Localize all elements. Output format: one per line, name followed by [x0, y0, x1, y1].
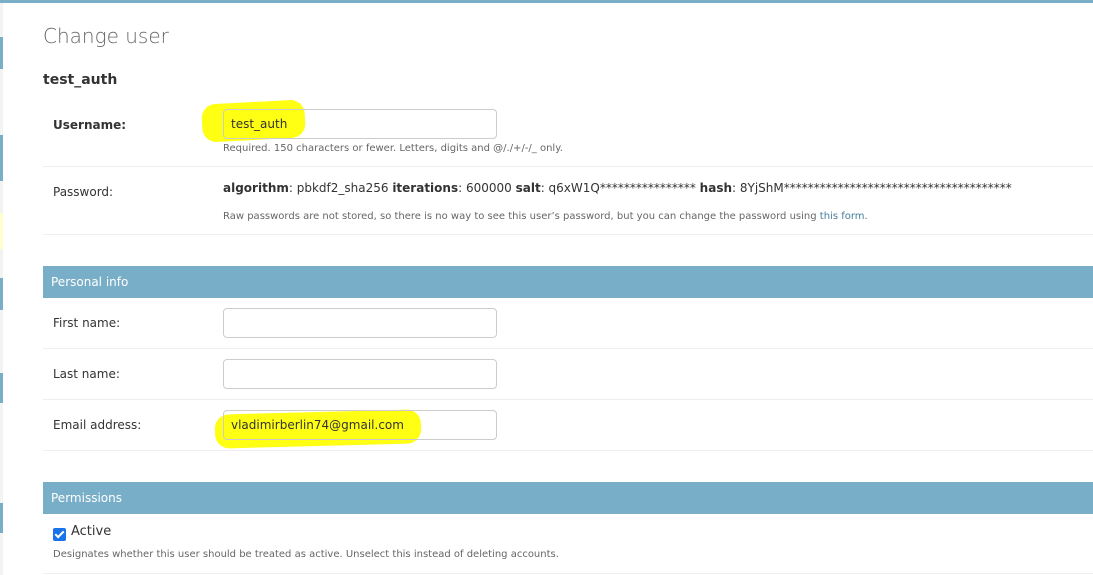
active-label[interactable]: Active	[71, 524, 111, 539]
active-row: Active Designates whether this user shou…	[43, 514, 1093, 574]
password-label: Password:	[53, 185, 114, 199]
first-name-label: First name:	[53, 316, 121, 330]
hash-algorithm-value: : pbkdf2_sha256	[288, 181, 393, 195]
object-name: test_auth	[43, 72, 118, 88]
last-name-row: Last name:	[43, 349, 1093, 400]
email-label: Email address:	[53, 418, 142, 432]
hash-salt-value: : q6xW1Q****************	[540, 181, 700, 195]
last-name-label: Last name:	[53, 367, 120, 381]
hash-salt-key: salt	[515, 181, 541, 195]
username-input[interactable]	[223, 109, 497, 139]
password-row: Password: algorithm: pbkdf2_sha256 itera…	[43, 167, 1093, 235]
page-title: Change user	[43, 24, 169, 48]
left-sidebar-edge	[0, 3, 3, 575]
password-hash-summary: algorithm: pbkdf2_sha256 iterations: 600…	[223, 181, 1012, 195]
password-help-text: Raw passwords are not stored, so there i…	[223, 211, 820, 222]
hash-hash-value: : 8YjShM********************************…	[732, 181, 1012, 195]
first-name-row: First name:	[43, 298, 1093, 349]
password-help: Raw passwords are not stored, so there i…	[223, 211, 868, 222]
password-help-suffix: .	[864, 211, 868, 222]
permissions-header: Permissions	[43, 482, 1093, 514]
active-checkbox[interactable]	[53, 528, 66, 541]
change-password-link[interactable]: this form	[820, 211, 865, 222]
sidebar-edge-mark	[0, 135, 3, 181]
email-row: Email address:	[43, 400, 1093, 451]
hash-algorithm-key: algorithm	[223, 181, 289, 195]
email-input[interactable]	[223, 410, 497, 440]
hash-iterations-key: iterations	[392, 181, 459, 195]
sidebar-edge-mark	[0, 503, 3, 533]
hash-iterations-value: : 600000	[458, 181, 516, 195]
hash-hash-key: hash	[699, 181, 732, 195]
sidebar-edge-mark	[0, 278, 3, 310]
username-label: Username:	[53, 118, 127, 132]
sidebar-edge-mark	[0, 373, 3, 403]
personal-info-header: Personal info	[43, 266, 1093, 298]
active-help: Designates whether this user should be t…	[53, 549, 559, 560]
sidebar-edge-mark	[0, 37, 3, 69]
last-name-input[interactable]	[223, 359, 497, 389]
first-name-input[interactable]	[223, 308, 497, 338]
top-accent-bar	[0, 0, 1093, 3]
username-row: Username: Required. 150 characters or fe…	[43, 99, 1093, 167]
sidebar-edge-highlight	[0, 213, 3, 249]
username-help: Required. 150 characters or fewer. Lette…	[223, 143, 563, 154]
